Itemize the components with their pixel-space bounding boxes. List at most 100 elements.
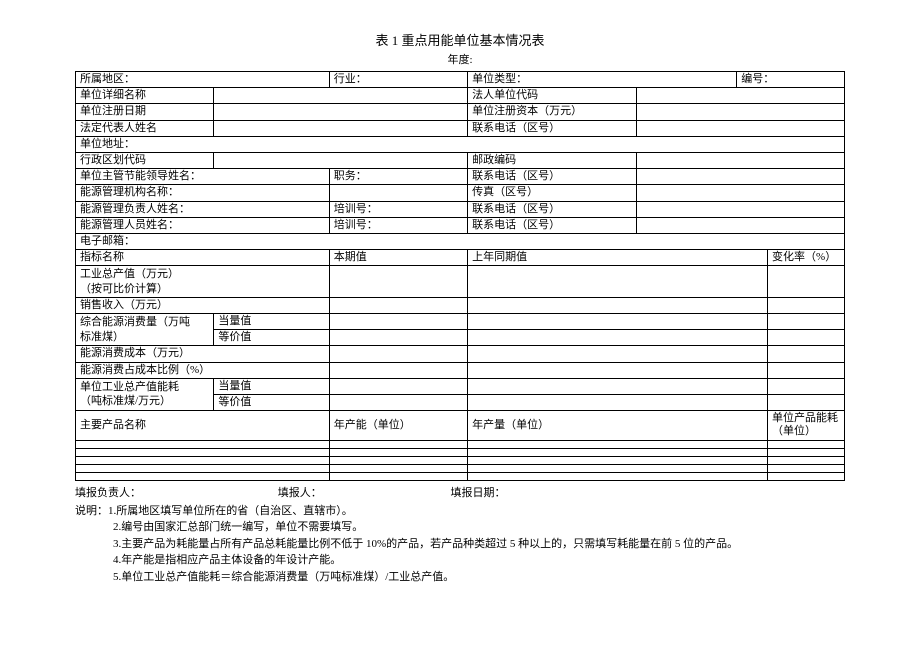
col-header: 主要产品名称 — [76, 411, 330, 440]
cell-email: 电子邮箱： — [76, 233, 845, 249]
cell-value — [637, 88, 845, 104]
cell-label: 单位工业总产值能耗（吨标准煤/万元） — [76, 378, 214, 410]
cell-value — [329, 346, 467, 362]
page-title: 表 1 重点用能单位基本情况表 — [75, 30, 845, 49]
cell-value — [637, 217, 845, 233]
cell-value — [637, 120, 845, 136]
cell-value — [468, 297, 768, 313]
cell-sublabel: 当量值 — [214, 314, 329, 330]
cell-value — [214, 152, 468, 168]
cell-label: 单位详细名称 — [76, 88, 214, 104]
cell-label: 培训号： — [329, 201, 467, 217]
cell-value — [214, 88, 468, 104]
cell-label: 邮政编码 — [468, 152, 637, 168]
table-row: 单位工业总产值能耗（吨标准煤/万元） 当量值 — [76, 378, 845, 394]
cell-address: 单位地址： — [76, 136, 845, 152]
table-row: 能源消费成本（万元） — [76, 346, 845, 362]
table-row — [76, 472, 845, 480]
cell-sublabel: 等价值 — [214, 330, 329, 346]
cell-value — [468, 266, 768, 298]
col-header: 年产能（单位） — [329, 411, 467, 440]
cell-industry: 行业： — [329, 72, 467, 88]
cell-value — [768, 346, 845, 362]
cell-value — [214, 104, 468, 120]
table-row: 能源管理人员姓名： 培训号： 联系电话（区号） — [76, 217, 845, 233]
cell-unit-type: 单位类型： — [468, 72, 737, 88]
cell-value — [214, 120, 468, 136]
footer-line: 填报负责人： 填报人： 填报日期： — [75, 484, 845, 500]
cell-value — [329, 297, 467, 313]
cell-label: 联系电话（区号） — [468, 169, 637, 185]
footer-owner: 填报负责人： — [75, 484, 275, 500]
cell-value — [468, 314, 768, 330]
col-header: 指标名称 — [76, 250, 330, 266]
table-row — [76, 440, 845, 448]
cell-label: 传真（区号） — [468, 185, 637, 201]
table-row — [76, 464, 845, 472]
cell-label: 法人单位代码 — [468, 88, 637, 104]
cell-label: 法定代表人姓名 — [76, 120, 214, 136]
subtitle: 年度: — [75, 51, 845, 67]
cell-label: 职务： — [329, 169, 467, 185]
cell-value — [329, 330, 467, 346]
cell-region: 所属地区： — [76, 72, 330, 88]
cell-value — [468, 330, 768, 346]
cell-value — [637, 104, 845, 120]
cell-label: 单位注册日期 — [76, 104, 214, 120]
cell-value — [468, 394, 768, 410]
table-row: 单位主管节能领导姓名： 职务： 联系电话（区号） — [76, 169, 845, 185]
cell-value — [329, 266, 467, 298]
cell-label: 联系电话（区号） — [468, 217, 637, 233]
cell-label: 联系电话（区号） — [468, 201, 637, 217]
main-table: 所属地区： 行业： 单位类型： 编号： 单位详细名称 法人单位代码 单位注册日期… — [75, 71, 845, 481]
cell-value — [637, 185, 845, 201]
table-row — [76, 456, 845, 464]
cell-sublabel: 当量值 — [214, 378, 329, 394]
table-row: 单位注册日期 单位注册资本（万元） — [76, 104, 845, 120]
cell-label: 能源消费成本（万元） — [76, 346, 330, 362]
table-row: 能源消费占成本比例（%） — [76, 362, 845, 378]
cell-label: 能源管理人员姓名： — [76, 217, 330, 233]
cell-value — [329, 362, 467, 378]
cell-value — [768, 394, 845, 410]
cell-label: 工业总产值（万元）（按可比价计算） — [76, 266, 330, 298]
cell-value — [468, 362, 768, 378]
col-header: 年产量（单位） — [468, 411, 768, 440]
footer-filler: 填报人： — [278, 484, 448, 500]
table-row: 所属地区： 行业： 单位类型： 编号： — [76, 72, 845, 88]
table-row: 法定代表人姓名 联系电话（区号） — [76, 120, 845, 136]
cell-value — [329, 185, 467, 201]
col-header: 变化率（%） — [768, 250, 845, 266]
cell-value — [768, 314, 845, 330]
table-row: 行政区划代码 邮政编码 — [76, 152, 845, 168]
footer-date: 填报日期： — [451, 484, 506, 500]
notes-block: 说明：1.所属地区填写单位所在的省（自治区、直辖市）。 2.编号由国家汇总部门统… — [75, 503, 845, 586]
cell-value — [637, 152, 845, 168]
header-row: 指标名称 本期值 上年同期值 变化率（%） — [76, 250, 845, 266]
table-row: 能源管理机构名称： 传真（区号） — [76, 185, 845, 201]
table-row: 单位地址： — [76, 136, 845, 152]
cell-value — [329, 394, 467, 410]
cell-value — [768, 362, 845, 378]
cell-label: 联系电话（区号） — [468, 120, 637, 136]
table-row: 单位详细名称 法人单位代码 — [76, 88, 845, 104]
cell-value — [468, 378, 768, 394]
col-header: 上年同期值 — [468, 250, 768, 266]
cell-label: 培训号： — [329, 217, 467, 233]
cell-number: 编号： — [737, 72, 845, 88]
cell-label: 能源管理机构名称： — [76, 185, 330, 201]
cell-label: 行政区划代码 — [76, 152, 214, 168]
cell-value — [768, 266, 845, 298]
cell-label: 能源管理负责人姓名： — [76, 201, 330, 217]
col-header: 本期值 — [329, 250, 467, 266]
cell-value — [637, 169, 845, 185]
cell-value — [468, 346, 768, 362]
cell-value — [768, 297, 845, 313]
table-row — [76, 448, 845, 456]
table-row: 能源管理负责人姓名： 培训号： 联系电话（区号） — [76, 201, 845, 217]
cell-value — [329, 314, 467, 330]
cell-label: 单位主管节能领导姓名： — [76, 169, 330, 185]
cell-value — [637, 201, 845, 217]
cell-label: 单位注册资本（万元） — [468, 104, 637, 120]
header-row: 主要产品名称 年产能（单位） 年产量（单位） 单位产品能耗（单位） — [76, 411, 845, 440]
